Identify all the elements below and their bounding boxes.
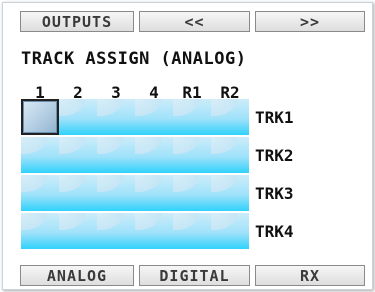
outputs-button[interactable]: OUTPUTS <box>20 11 134 32</box>
assign-cell-trk1-3[interactable] <box>97 99 135 135</box>
assign-cell-trk2-4[interactable] <box>135 137 173 173</box>
rx-button[interactable]: RX <box>255 265 365 286</box>
assign-cell-trk2-r1[interactable] <box>173 137 211 173</box>
assign-cell-trk3-3[interactable] <box>97 175 135 211</box>
assign-cell-trk3-2[interactable] <box>59 175 97 211</box>
assign-cell-trk3-4[interactable] <box>135 175 173 211</box>
assign-cell-trk3-r2[interactable] <box>211 175 249 211</box>
track-assign-panel: OUTPUTS << >> TRACK ASSIGN (ANALOG) 1 2 … <box>2 2 373 290</box>
assign-cell-trk4-4[interactable] <box>135 213 173 249</box>
assign-cell-trk1-1[interactable] <box>21 99 59 135</box>
assign-cell-trk3-r1[interactable] <box>173 175 211 211</box>
next-page-button[interactable]: >> <box>255 11 365 32</box>
assign-cell-trk1-r1[interactable] <box>173 99 211 135</box>
assign-cell-trk3-1[interactable] <box>21 175 59 211</box>
assign-cell-trk2-3[interactable] <box>97 137 135 173</box>
assign-cell-trk4-2[interactable] <box>59 213 97 249</box>
analog-button[interactable]: ANALOG <box>20 265 134 286</box>
assign-cell-trk2-1[interactable] <box>21 137 59 173</box>
row-label-trk4: TRK4 <box>255 222 294 241</box>
row-label-trk2: TRK2 <box>255 146 294 165</box>
assign-cell-trk1-2[interactable] <box>59 99 97 135</box>
assign-cell-trk4-1[interactable] <box>21 213 59 249</box>
assign-cell-trk4-r2[interactable] <box>211 213 249 249</box>
assign-cell-trk4-3[interactable] <box>97 213 135 249</box>
assign-cell-trk4-r1[interactable] <box>173 213 211 249</box>
row-label-trk1: TRK1 <box>255 108 294 127</box>
digital-button[interactable]: DIGITAL <box>139 265 250 286</box>
row-label-trk3: TRK3 <box>255 184 294 203</box>
assign-cell-trk1-4[interactable] <box>135 99 173 135</box>
previous-page-button[interactable]: << <box>139 11 250 32</box>
assign-cell-trk2-2[interactable] <box>59 137 97 173</box>
assign-cell-trk2-r2[interactable] <box>211 137 249 173</box>
panel-title: TRACK ASSIGN (ANALOG) <box>21 49 247 69</box>
assign-cell-trk1-r2[interactable] <box>211 99 249 135</box>
